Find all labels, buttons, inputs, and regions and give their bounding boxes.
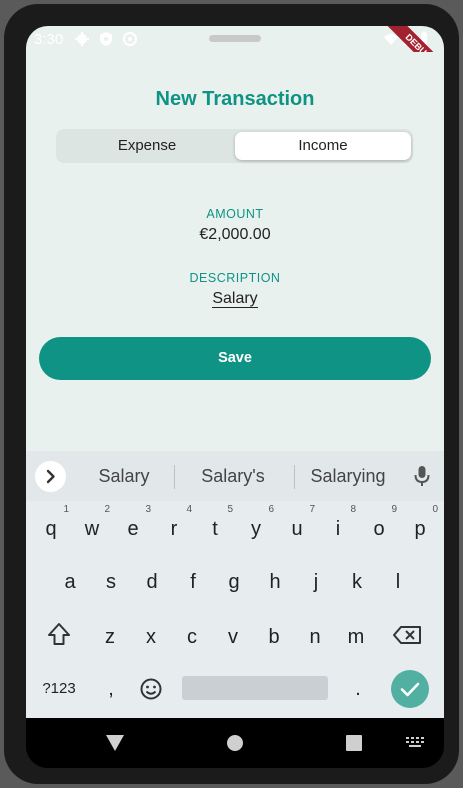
key-number-hint: 7: [309, 504, 315, 515]
key-number-hint: 4: [186, 504, 192, 515]
suggestion-3[interactable]: Salarying: [296, 466, 400, 487]
key-z[interactable]: z: [90, 617, 130, 657]
transaction-form: New Transaction Expense Income AMOUNT €2…: [26, 52, 444, 451]
shield-icon: [100, 32, 112, 46]
speaker-grille: [209, 35, 261, 42]
key-p[interactable]: p0: [400, 505, 440, 549]
description-text: Salary: [212, 290, 258, 308]
recents-square-icon[interactable]: [346, 735, 362, 751]
description-label: DESCRIPTION: [189, 271, 281, 285]
key-letter: p: [414, 518, 426, 540]
key-c[interactable]: c: [172, 617, 212, 657]
key-e[interactable]: e3: [113, 505, 153, 549]
key-number-hint: 5: [227, 504, 233, 515]
description-field[interactable]: Salary: [26, 290, 444, 308]
key-u[interactable]: u7: [277, 505, 317, 549]
key-letter: t: [212, 518, 218, 540]
space-bar[interactable]: [182, 676, 328, 700]
mic-icon[interactable]: [412, 465, 432, 487]
period-key[interactable]: .: [338, 669, 378, 709]
enter-key[interactable]: [391, 670, 429, 708]
key-letter: u: [291, 518, 303, 540]
soft-keyboard: Salary Salary's Salarying q1w2e3r4t5y6u7…: [26, 451, 444, 718]
key-number-hint: 0: [432, 504, 438, 515]
key-number-hint: 8: [350, 504, 356, 515]
key-k[interactable]: k: [337, 562, 377, 602]
key-letter: y: [251, 518, 261, 540]
keyboard-switch-icon[interactable]: [406, 737, 424, 749]
amount-field[interactable]: €2,000.00: [26, 226, 444, 244]
key-letter: e: [127, 518, 139, 540]
back-triangle-icon[interactable]: [105, 734, 125, 752]
key-n[interactable]: n: [295, 617, 335, 657]
key-y[interactable]: y6: [236, 505, 276, 549]
settings-icon: [75, 32, 89, 46]
status-time: 3:30: [34, 31, 64, 48]
key-w[interactable]: w2: [72, 505, 112, 549]
key-g[interactable]: g: [214, 562, 254, 602]
key-h[interactable]: h: [255, 562, 295, 602]
key-letter: q: [45, 518, 57, 540]
comma-key[interactable]: ,: [91, 669, 131, 709]
sync-icon: [123, 32, 137, 46]
save-button[interactable]: Save: [39, 337, 431, 380]
key-m[interactable]: m: [336, 617, 376, 657]
key-f[interactable]: f: [173, 562, 213, 602]
key-q[interactable]: q1: [31, 505, 71, 549]
key-a[interactable]: a: [50, 562, 90, 602]
key-i[interactable]: i8: [318, 505, 358, 549]
suggestion-divider: [174, 465, 175, 489]
key-r[interactable]: r4: [154, 505, 194, 549]
transaction-type-toggle: Expense Income: [56, 129, 413, 163]
check-icon: [400, 682, 420, 697]
home-circle-icon[interactable]: [226, 734, 244, 752]
shift-icon[interactable]: [39, 615, 79, 655]
page-title: New Transaction: [155, 88, 315, 110]
suggestion-2[interactable]: Salary's: [176, 466, 290, 487]
suggestion-1[interactable]: Salary: [74, 466, 174, 487]
key-s[interactable]: s: [91, 562, 131, 602]
key-l[interactable]: l: [378, 562, 418, 602]
tab-income[interactable]: Income: [235, 132, 411, 160]
key-o[interactable]: o9: [359, 505, 399, 549]
key-x[interactable]: x: [131, 617, 171, 657]
suggestion-bar: Salary Salary's Salarying: [26, 451, 444, 501]
key-number-hint: 6: [268, 504, 274, 515]
phone-frame: 3:30 DEBUG New Transaction Expense Incom…: [4, 4, 459, 784]
symbols-key[interactable]: ?123: [39, 669, 79, 709]
key-d[interactable]: d: [132, 562, 172, 602]
key-number-hint: 1: [63, 504, 69, 515]
suggestion-divider: [294, 465, 295, 489]
key-number-hint: 2: [104, 504, 110, 515]
key-number-hint: 9: [391, 504, 397, 515]
backspace-icon[interactable]: [388, 615, 428, 655]
emoji-icon[interactable]: [131, 669, 171, 709]
chevron-right-icon: [46, 469, 55, 484]
key-letter: w: [84, 518, 100, 540]
key-v[interactable]: v: [213, 617, 253, 657]
key-t[interactable]: t5: [195, 505, 235, 549]
amount-label: AMOUNT: [206, 207, 264, 221]
key-letter: o: [373, 518, 385, 540]
key-j[interactable]: j: [296, 562, 336, 602]
screen: 3:30 DEBUG New Transaction Expense Incom…: [26, 26, 444, 768]
key-number-hint: 3: [145, 504, 151, 515]
navigation-bar: [26, 718, 444, 768]
key-letter: r: [170, 518, 178, 540]
tab-expense[interactable]: Expense: [59, 132, 235, 160]
status-bar: 3:30 DEBUG: [26, 26, 444, 86]
key-letter: i: [335, 518, 341, 540]
expand-toolbar-button[interactable]: [35, 461, 66, 492]
key-b[interactable]: b: [254, 617, 294, 657]
